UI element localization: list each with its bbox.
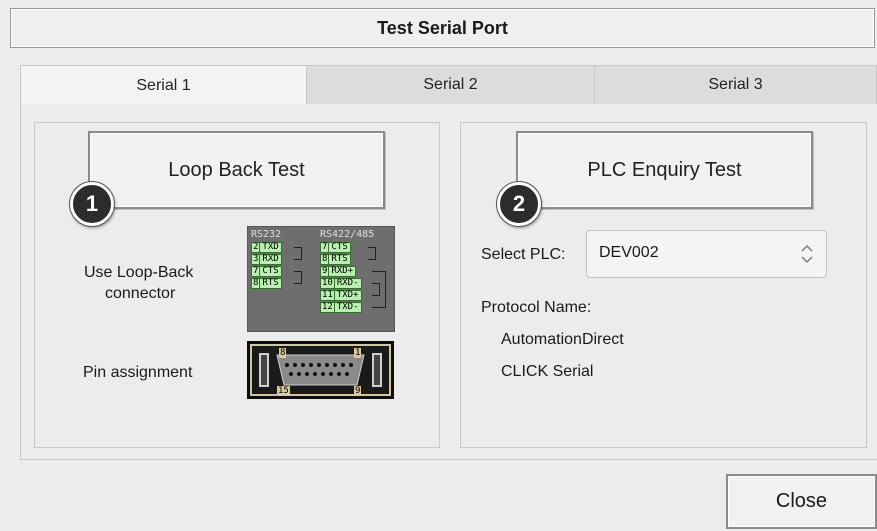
rs485-pin: 7 CTS bbox=[320, 242, 351, 253]
pin-number: 10 bbox=[320, 278, 335, 289]
rs232-pin: 7 CTS bbox=[251, 266, 282, 277]
updown-chevron-icon bbox=[801, 244, 813, 264]
pin-signal: RTS bbox=[260, 278, 282, 289]
window-title: Test Serial Port bbox=[377, 17, 508, 38]
protocol-name-line2: CLICK Serial bbox=[501, 363, 594, 380]
protocol-name-label: Protocol Name: bbox=[481, 299, 592, 316]
pin-number: 11 bbox=[320, 290, 335, 301]
pin-number: 8 bbox=[251, 278, 261, 289]
pin-signal: RXD+ bbox=[329, 266, 357, 277]
db15-connector-icon bbox=[250, 344, 391, 396]
pin-signal: CTS bbox=[329, 242, 351, 253]
loopback-connector-label-line1: Use Loop-Back bbox=[84, 264, 194, 281]
select-plc-dropdown[interactable]: DEV002 bbox=[586, 230, 827, 278]
pin-signal: RTS bbox=[329, 254, 351, 265]
rs232-pin: 2 TXD bbox=[251, 242, 282, 253]
connector-pin-label: 1 bbox=[354, 348, 362, 358]
rs485-loop-wire bbox=[368, 247, 376, 260]
pin-signal: TXD+ bbox=[334, 290, 362, 301]
rs232-pin: 3 RXD bbox=[251, 254, 282, 265]
pin-number: 7 bbox=[251, 266, 261, 277]
pin-signal: RXD- bbox=[334, 278, 362, 289]
connector-pin-label: 8 bbox=[279, 348, 287, 358]
rs485-pin: 8 RTS bbox=[320, 254, 351, 265]
select-plc-value: DEV002 bbox=[599, 244, 659, 261]
rs485-pin: 9 RXD+ bbox=[320, 266, 357, 277]
rs485-loop-wire bbox=[372, 283, 380, 296]
pin-signal: TXD- bbox=[334, 302, 362, 313]
connector-pin-label: 9 bbox=[354, 386, 362, 396]
select-plc-label: Select PLC: bbox=[481, 246, 566, 263]
pin-number: 7 bbox=[320, 242, 330, 253]
tab-bar: Serial 1 Serial 2 Serial 3 bbox=[20, 65, 877, 105]
rs232-loop-wire bbox=[294, 271, 302, 284]
pin-signal: CTS bbox=[260, 266, 282, 277]
rs485-pin: 12 TXD- bbox=[320, 302, 362, 313]
pin-number: 8 bbox=[320, 254, 330, 265]
pin-signal: RXD bbox=[260, 254, 282, 265]
rs232-loop-wire bbox=[294, 247, 302, 260]
step-1-badge: 1 bbox=[70, 182, 114, 226]
pin-number: 2 bbox=[251, 242, 261, 253]
step-2-badge: 2 bbox=[497, 182, 541, 226]
plc-enquiry-test-button[interactable]: PLC Enquiry Test bbox=[516, 131, 813, 209]
rs485-header: RS422/485 bbox=[320, 229, 375, 240]
pin-assignment-label: Pin assignment bbox=[83, 364, 193, 381]
rs232-header: RS232 bbox=[251, 229, 282, 240]
pin-number: 12 bbox=[320, 302, 335, 313]
tab-serial-3[interactable]: Serial 3 bbox=[595, 65, 877, 105]
pin-number: 3 bbox=[251, 254, 261, 265]
connector-pin-label: 15 bbox=[277, 386, 290, 396]
pin-number: 9 bbox=[320, 266, 330, 277]
protocol-name-line1: AutomationDirect bbox=[501, 331, 624, 348]
rs485-pin: 10 RXD- bbox=[320, 278, 362, 289]
window-title-bar: Test Serial Port bbox=[10, 8, 875, 48]
tab-serial-1[interactable]: Serial 1 bbox=[20, 65, 307, 105]
loopback-connector-label-line2: connector bbox=[105, 285, 176, 302]
rs232-pin: 8 RTS bbox=[251, 278, 282, 289]
close-button[interactable]: Close bbox=[726, 474, 877, 529]
db15-connector-image: 8 1 15 9 bbox=[247, 341, 394, 399]
loopback-pinout-diagram: RS232 RS422/485 2 TXD 3 RXD 7 CTS 8 RTS … bbox=[247, 226, 395, 332]
rs485-pin: 11 TXD+ bbox=[320, 290, 362, 301]
tab-serial-2[interactable]: Serial 2 bbox=[307, 65, 595, 105]
pin-signal: TXD bbox=[260, 242, 282, 253]
loop-back-test-button[interactable]: Loop Back Test bbox=[88, 131, 385, 209]
